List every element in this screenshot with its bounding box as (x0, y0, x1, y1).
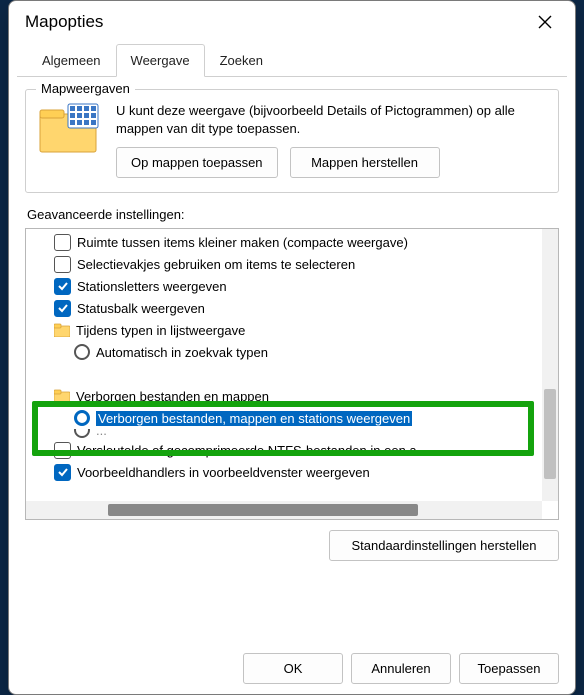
tree-row[interactable]: Statusbalk weergeven (26, 297, 542, 319)
mapviews-text: U kunt deze weergave (bijvoorbeeld Detai… (116, 102, 546, 137)
restore-defaults-button[interactable]: Standaardinstellingen herstellen (329, 530, 559, 561)
tree-row[interactable]: Versleutelde of gecomprimeerde NTFS-best… (26, 439, 542, 461)
dialog-buttons: OK Annuleren Toepassen (243, 653, 559, 684)
apply-button[interactable]: Toepassen (459, 653, 559, 684)
folder-icon (54, 389, 70, 403)
tree-row-label: ... (96, 429, 107, 438)
tree-row-label: Versleutelde of gecomprimeerde NTFS-best… (77, 443, 417, 458)
checkbox-icon[interactable] (54, 300, 71, 317)
close-icon (538, 15, 552, 29)
checkbox-icon[interactable] (54, 278, 71, 295)
tab-bar: Algemeen Weergave Zoeken (17, 43, 567, 77)
radio-icon[interactable] (74, 344, 90, 360)
tree-row-label: Stationsletters weergeven (77, 279, 227, 294)
tab-search[interactable]: Zoeken (205, 44, 278, 77)
mapviews-group: Mapweergaven U kunt deze weergave (bijvo… (25, 89, 559, 193)
checkbox-icon[interactable] (54, 234, 71, 251)
apply-to-folders-button[interactable]: Op mappen toepassen (116, 147, 278, 178)
tree-row-label: Voorbeeldhandlers in voorbeeldvenster we… (77, 465, 370, 480)
tree-row-label: Ruimte tussen items kleiner maken (compa… (77, 235, 408, 250)
tree-row[interactable]: Verborgen bestanden en mappen (26, 385, 542, 407)
dialog-window: Mapopties Algemeen Weergave Zoeken Mapwe… (8, 0, 576, 695)
checkbox-icon[interactable] (54, 464, 71, 481)
tree-row[interactable]: Tijdens typen in lijstweergave (26, 319, 542, 341)
tree-row-label: Automatisch in zoekvak typen (96, 345, 268, 360)
horizontal-scrollbar[interactable] (26, 501, 542, 519)
close-button[interactable] (527, 8, 563, 36)
vertical-scroll-thumb[interactable] (544, 389, 556, 479)
checkbox-icon[interactable] (54, 256, 71, 273)
ok-button[interactable]: OK (243, 653, 343, 684)
advanced-settings-label: Geavanceerde instellingen: (27, 207, 559, 222)
tree-row[interactable]: Automatisch in zoekvak typen (26, 341, 542, 363)
tab-content: Mapweergaven U kunt deze weergave (bijvo… (9, 77, 575, 571)
reset-folders-button[interactable]: Mappen herstellen (290, 147, 440, 178)
tree-row[interactable]: Selectievakjes gebruiken om items te sel… (26, 253, 542, 275)
tree-row[interactable]: Verborgen bestanden, mappen en stations … (26, 407, 542, 429)
tree-row-label: Verborgen bestanden en mappen (76, 389, 269, 404)
horizontal-scroll-thumb[interactable] (108, 504, 418, 516)
tab-view[interactable]: Weergave (116, 44, 205, 77)
folder-settings-icon (38, 102, 102, 154)
radio-icon (74, 429, 90, 438)
titlebar: Mapopties (9, 1, 575, 43)
tree-row[interactable]: Voorbeeldhandlers in voorbeeldvenster we… (26, 461, 542, 483)
folder-icon (54, 323, 70, 337)
tree-row-label: Selectievakjes gebruiken om items te sel… (77, 257, 355, 272)
tree-row[interactable]: Ruimte tussen items kleiner maken (compa… (26, 231, 542, 253)
tree-row-label: Tijdens typen in lijstweergave (76, 323, 245, 338)
radio-icon[interactable] (74, 410, 90, 426)
mapviews-legend: Mapweergaven (36, 81, 135, 96)
advanced-settings-tree: Ruimte tussen items kleiner maken (compa… (25, 228, 559, 520)
tree-row-label: Verborgen bestanden, mappen en stations … (96, 411, 412, 426)
window-title: Mapopties (25, 12, 103, 32)
checkbox-icon[interactable] (54, 442, 71, 459)
tree-row[interactable]: Stationsletters weergeven (26, 275, 542, 297)
tab-general[interactable]: Algemeen (27, 44, 116, 77)
vertical-scrollbar[interactable] (542, 229, 558, 501)
cancel-button[interactable]: Annuleren (351, 653, 451, 684)
tree-row-label: Statusbalk weergeven (77, 301, 205, 316)
